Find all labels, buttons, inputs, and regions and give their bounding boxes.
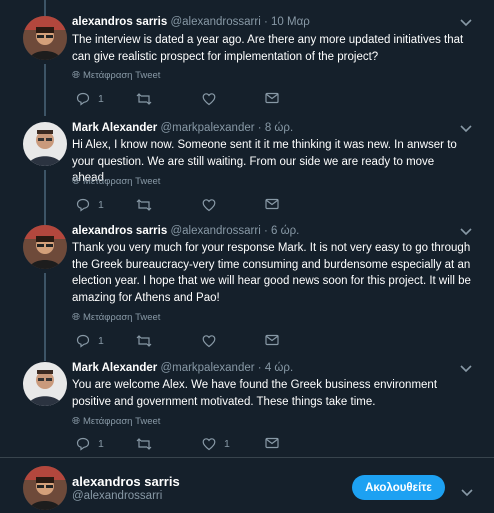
globe-icon: 🌐︎ [72,70,80,81]
retweet-icon [136,198,152,212]
translate-label: Μετάφραση Tweet [83,416,161,427]
tweet-text: Thank you very much for your response Ma… [72,242,471,304]
tweet-header: alexandros sarris @alexandrossarri · 10 … [72,16,310,28]
like-button[interactable] [202,198,224,212]
reply-icon [76,334,90,348]
tweet-actions: 1 [72,92,292,110]
chevron-down-icon[interactable] [460,225,472,239]
reply-icon [76,437,90,451]
thread-connector [44,64,46,116]
like-button[interactable] [202,92,224,106]
separator-dot: · [257,122,262,134]
thread-connector [44,273,46,361]
reply-count: 1 [98,438,104,450]
translate-label: Μετάφραση Tweet [83,176,161,187]
translate-link[interactable]: 🌐︎ Μετάφραση Tweet [72,70,160,81]
timestamp[interactable]: 4 ώρ. [265,362,293,374]
globe-icon: 🌐︎ [72,312,80,323]
like-icon [202,92,216,106]
translate-label: Μετάφραση Tweet [83,312,161,323]
retweet-icon [136,92,152,106]
message-button[interactable] [265,334,279,346]
tweet-actions: 1 [72,198,292,216]
tweet-header: Mark Alexander @markpalexander · 4 ώρ. [72,362,293,374]
display-name[interactable]: alexandros sarris [72,16,167,28]
timestamp[interactable]: 8 ώρ. [265,122,293,134]
like-button[interactable]: 1 [202,437,230,451]
thread-connector [44,170,46,228]
like-count: 1 [224,438,230,450]
display-name[interactable]: Mark Alexander [72,362,157,374]
message-icon [265,198,279,210]
translate-link[interactable]: 🌐︎ Μετάφραση Tweet [72,312,160,323]
avatar[interactable] [23,362,67,406]
profile-avatar[interactable] [23,466,67,510]
profile-name[interactable]: alexandros sarris [72,474,180,489]
timestamp[interactable]: 10 Μαρ [271,16,310,28]
separator-dot: · [263,16,268,28]
tweet-header: alexandros sarris @alexandrossarri · 6 ώ… [72,225,299,237]
retweet-button[interactable] [136,198,160,212]
reply-count: 1 [98,199,104,211]
avatar[interactable] [23,225,67,269]
chevron-down-icon[interactable] [461,484,473,502]
display-name[interactable]: Mark Alexander [72,122,157,134]
timestamp[interactable]: 6 ώρ. [271,225,299,237]
retweet-icon [136,334,152,348]
tweet-header: Mark Alexander @markpalexander · 8 ώρ. [72,122,293,134]
translate-link[interactable]: 🌐︎ Μετάφραση Tweet [72,416,160,427]
globe-icon: 🌐︎ [72,416,80,427]
profile-handle[interactable]: @alexandrossarri [72,490,162,502]
avatar[interactable] [23,122,67,166]
like-icon [202,437,216,451]
tweet[interactable]: Mark Alexander @markpalexander · 8 ώρ. H… [0,122,494,228]
like-button[interactable] [202,334,224,348]
separator-dot: · [257,362,262,374]
tweet-actions: 1 [72,334,292,352]
retweet-button[interactable] [136,334,160,348]
reply-count: 1 [98,335,104,347]
reply-button[interactable]: 1 [76,198,104,212]
message-icon [265,92,279,104]
like-icon [202,334,216,348]
tweet-actions: 1 1 [72,437,292,455]
reply-count: 1 [98,93,104,105]
chevron-down-icon[interactable] [460,122,472,136]
username[interactable]: @markpalexander [160,362,254,374]
tweet[interactable]: Mark Alexander @markpalexander · 4 ώρ. Y… [0,362,494,452]
display-name[interactable]: alexandros sarris [72,225,167,237]
username[interactable]: @alexandrossarri [170,225,260,237]
chevron-down-icon[interactable] [460,16,472,30]
message-button[interactable] [265,198,279,210]
separator-dot: · [263,225,268,237]
tweet[interactable]: alexandros sarris @alexandrossarri · 6 ώ… [0,225,494,361]
translate-label: Μετάφραση Tweet [83,70,161,81]
reply-button[interactable]: 1 [76,92,104,106]
retweet-button[interactable] [136,92,160,106]
message-button[interactable] [265,437,279,449]
avatar[interactable] [23,16,67,60]
chevron-down-icon[interactable] [460,362,472,376]
reply-button[interactable]: 1 [76,437,104,451]
reply-button[interactable]: 1 [76,334,104,348]
thread-connector [44,0,46,16]
message-icon [265,334,279,346]
username[interactable]: @alexandrossarri [170,16,260,28]
message-icon [265,437,279,449]
reply-icon [76,198,90,212]
following-button[interactable]: Ακολουθείτε [352,475,445,500]
username[interactable]: @markpalexander [160,122,254,134]
divider [0,457,494,458]
message-button[interactable] [265,92,279,104]
retweet-button[interactable] [136,437,160,451]
globe-icon: 🌐︎ [72,176,80,187]
translate-link[interactable]: 🌐︎ Μετάφραση Tweet [72,176,160,187]
tweet-text: You are welcome Alex. We have found the … [72,379,438,408]
reply-icon [76,92,90,106]
conversation-thread: alexandros sarris @alexandrossarri · 10 … [0,0,494,513]
tweet-text: The interview is dated a year ago. Are t… [72,34,464,63]
like-icon [202,198,216,212]
retweet-icon [136,437,152,451]
tweet[interactable]: alexandros sarris @alexandrossarri · 10 … [0,16,494,116]
